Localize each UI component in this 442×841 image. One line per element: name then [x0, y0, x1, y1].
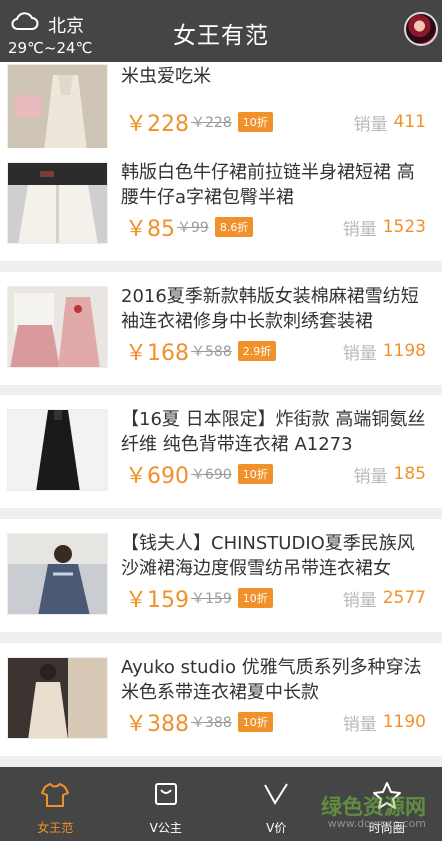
product-card[interactable]: 【钱夫人】CHINSTUDIO夏季民族风沙滩裙海边度假雪纺吊带连衣裙女 ￥159…: [0, 519, 442, 632]
original-price: ￥99: [177, 220, 209, 236]
original-price: ￥228: [191, 115, 232, 131]
tab-label: 时尚圈: [368, 821, 405, 835]
tab-fashion-circle[interactable]: 时尚圈: [332, 767, 442, 841]
discount-badge: 8.6折: [214, 217, 254, 237]
product-card[interactable]: Ayuko studio 优雅气质系列多种穿法 米色系带连衣裙夏中长款 ￥388…: [0, 643, 442, 756]
dress-photo: [8, 65, 107, 158]
gingham-dress-photo: [8, 287, 107, 367]
product-card[interactable]: 【16夏 日本限定】炸街款 高端铜氨丝纤维 纯色背带连衣裙 A1273 ￥690…: [0, 395, 442, 508]
original-price: ￥388: [191, 715, 232, 731]
price-row: ￥228 ￥228 10折: [125, 108, 273, 137]
product-title[interactable]: 米虫爱吃米: [121, 64, 432, 89]
sales-label: 销量: [353, 114, 388, 135]
product-title[interactable]: Ayuko studio 优雅气质系列多种穿法 米色系带连衣裙夏中长款: [121, 655, 432, 705]
product-title[interactable]: 韩版白色牛仔裙前拉链半身裙短裙 高腰牛仔a字裙包臀半裙: [121, 160, 432, 210]
discount-badge: 10折: [237, 588, 273, 608]
product-image: [7, 286, 108, 368]
original-price: ￥159: [191, 591, 232, 607]
tab-label: V公主: [149, 821, 182, 835]
product-image: [7, 657, 108, 739]
product-price: ￥168: [125, 341, 189, 366]
tab-v-price[interactable]: V价: [221, 767, 332, 841]
sales-count: 销量 1190: [343, 708, 426, 736]
page-title: 女王有范: [173, 23, 269, 49]
sales-number: 2577: [382, 588, 426, 608]
black-dress-photo: [8, 410, 107, 490]
product-price: ￥85: [125, 217, 175, 242]
tab-v-princess[interactable]: V公主: [111, 767, 222, 841]
original-price: ￥588: [191, 344, 232, 360]
sales-label: 销量: [342, 714, 377, 735]
product-price: ￥159: [125, 588, 189, 613]
price-row: ￥388 ￥388 10折: [125, 708, 273, 737]
product-image: [7, 64, 108, 159]
product-image: [7, 409, 108, 491]
discount-badge: 10折: [237, 112, 273, 132]
sales-count: 销量 1523: [343, 213, 426, 241]
sales-number: 1190: [382, 712, 426, 732]
app-header: 北京 29℃~24℃ 女王有范: [0, 0, 442, 62]
price-row: ￥159 ￥159 10折: [125, 584, 273, 613]
sales-count: 销量 1198: [343, 337, 426, 365]
product-image: [7, 162, 108, 244]
product-list[interactable]: 米虫爱吃米 ￥228 ￥228 10折 销量 411 韩版白色牛仔裙前拉链半身裙…: [0, 62, 442, 767]
discount-badge: 2.9折: [237, 341, 277, 361]
price-row: ￥168 ￥588 2.9折: [125, 337, 277, 366]
tab-label: V价: [266, 821, 287, 835]
product-image: [7, 533, 108, 615]
sales-count: 销量 411: [354, 108, 426, 136]
sales-number: 411: [393, 112, 426, 132]
price-row: ￥690 ￥690 10折: [125, 460, 273, 489]
sales-label: 销量: [342, 343, 377, 364]
sales-label: 销量: [353, 466, 388, 487]
product-title[interactable]: 2016夏季新款韩版女装棉麻裙雪纺短袖连衣裙修身中长款刺绣套装裙: [121, 284, 432, 334]
product-price: ￥690: [125, 464, 189, 489]
original-price: ￥690: [191, 467, 232, 483]
tab-nvwangfan[interactable]: 女王范: [0, 767, 111, 841]
sales-label: 销量: [342, 590, 377, 611]
discount-badge: 10折: [237, 464, 273, 484]
sales-count: 销量 185: [354, 460, 426, 488]
star-icon: [372, 782, 401, 809]
tab-label: 女王范: [37, 821, 74, 835]
tshirt-icon: [41, 783, 70, 807]
bottom-nav: 女王范 V公主 V价 时尚圈 绿色资源网 www.downcc.com: [0, 767, 442, 841]
v-icon: [264, 783, 289, 805]
sales-number: 1198: [382, 341, 426, 361]
discount-badge: 10折: [237, 712, 273, 732]
app-screen: 北京 29℃~24℃ 女王有范 米虫爱吃米 ￥228 ￥228 10折 销量 4…: [0, 0, 442, 841]
sales-count: 销量 2577: [343, 584, 426, 612]
avatar[interactable]: [404, 12, 438, 46]
bag-icon: [154, 783, 177, 805]
sales-label: 销量: [342, 219, 377, 240]
product-price: ￥388: [125, 712, 189, 737]
product-title[interactable]: 【16夏 日本限定】炸街款 高端铜氨丝纤维 纯色背带连衣裙 A1273: [121, 407, 432, 457]
product-price: ￥228: [125, 112, 189, 137]
beige-dress-photo: [8, 658, 107, 738]
product-card[interactable]: 2016夏季新款韩版女装棉麻裙雪纺短袖连衣裙修身中长款刺绣套装裙 ￥168 ￥5…: [0, 272, 442, 385]
floral-dress-photo: [8, 534, 107, 614]
sales-number: 185: [393, 464, 426, 484]
skirt-photo: [8, 163, 107, 243]
price-row: ￥85 ￥99 8.6折: [125, 213, 254, 242]
product-card[interactable]: 韩版白色牛仔裙前拉链半身裙短裙 高腰牛仔a字裙包臀半裙 ￥85 ￥99 8.6折…: [0, 148, 442, 261]
product-title[interactable]: 【钱夫人】CHINSTUDIO夏季民族风沙滩裙海边度假雪纺吊带连衣裙女: [121, 531, 432, 581]
sales-number: 1523: [382, 217, 426, 237]
